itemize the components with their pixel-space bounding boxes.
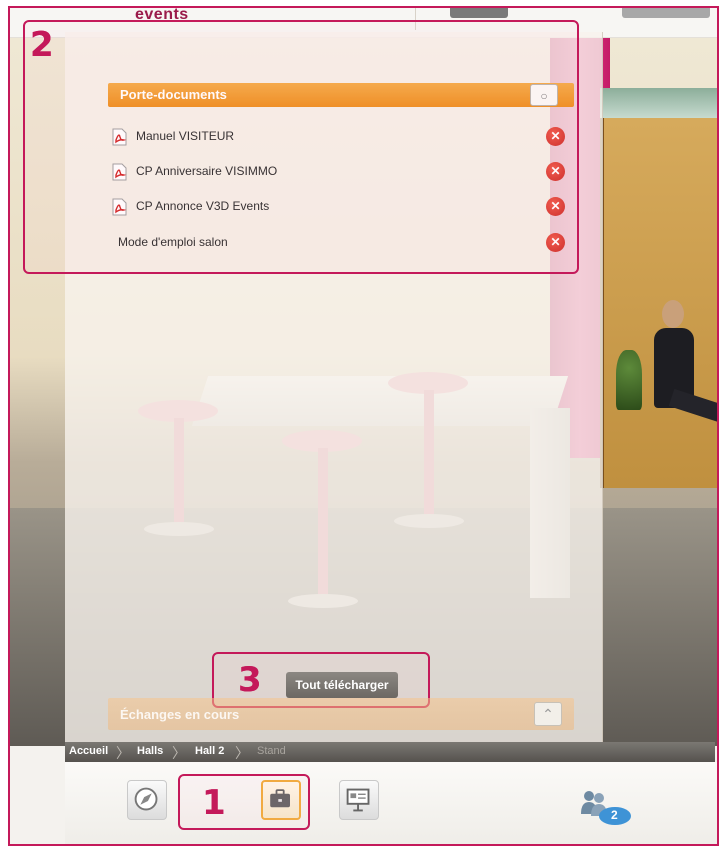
breadcrumb-separator: 〉 xyxy=(235,745,249,761)
scene-booth-wall xyxy=(600,118,717,488)
annotation-box-1 xyxy=(178,774,310,830)
presentation-icon xyxy=(346,788,370,812)
top-button-right[interactable] xyxy=(622,8,710,18)
users-icon xyxy=(581,791,631,825)
annotation-number-1: 1 xyxy=(202,783,226,823)
breadcrumb-hall-2[interactable]: Hall 2 xyxy=(195,745,224,757)
top-button-left[interactable] xyxy=(450,8,508,18)
presentation-button[interactable] xyxy=(339,780,379,820)
breadcrumb-separator: 〉 xyxy=(116,745,130,761)
bottom-toolbar: 2 xyxy=(65,762,717,844)
breadcrumb-separator: 〉 xyxy=(172,745,186,761)
echanges-title: Échanges en cours xyxy=(120,707,240,722)
echanges-toggle-button[interactable]: ⌃ xyxy=(534,702,562,726)
screenshot-frame: events Porte-documents ○ Manuel VISITEUR… xyxy=(8,6,719,846)
annotation-number-2: 2 xyxy=(30,25,54,65)
users-button[interactable]: 2 xyxy=(577,788,635,828)
breadcrumb-stand: Stand xyxy=(257,745,286,757)
annotation-box-2 xyxy=(23,20,579,274)
scene-booth-roof xyxy=(600,88,717,122)
compass-button[interactable] xyxy=(127,780,167,820)
breadcrumb-halls[interactable]: Halls xyxy=(137,745,163,757)
download-all-button[interactable]: Tout télécharger xyxy=(286,672,398,698)
breadcrumb-accueil[interactable]: Accueil xyxy=(69,745,108,757)
scene-avatar-head xyxy=(662,300,684,328)
scene-plant xyxy=(616,350,642,410)
compass-icon xyxy=(134,787,158,811)
annotation-number-3: 3 xyxy=(238,660,262,700)
breadcrumb: Accueil 〉 Halls 〉 Hall 2 〉 Stand xyxy=(65,742,715,762)
users-count-badge: 2 xyxy=(611,808,618,822)
echanges-header: Échanges en cours ⌃ xyxy=(108,698,574,730)
